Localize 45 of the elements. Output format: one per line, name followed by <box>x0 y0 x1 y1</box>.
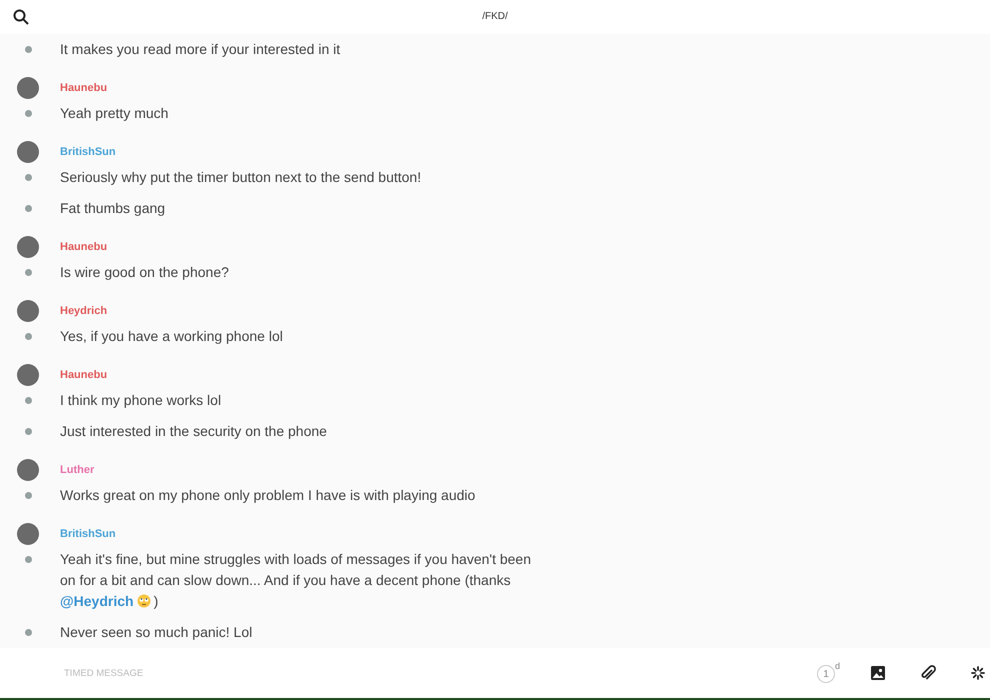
status-dot <box>25 333 32 340</box>
paperclip-icon[interactable] <box>919 664 937 682</box>
message-text: Yes, if you have a working phone lol <box>60 327 283 346</box>
avatar[interactable] <box>17 458 39 480</box>
author-name[interactable]: Heydrich <box>60 304 108 316</box>
message-text: It makes you read more if your interested in it <box>60 40 340 59</box>
status-dot <box>25 269 32 276</box>
author-name[interactable]: BritishSun <box>60 528 116 540</box>
message-text: Seriously why put the timer button next to the send button! <box>60 168 422 187</box>
message-text: Yeah pretty much <box>60 104 168 123</box>
status-dot <box>25 428 32 435</box>
status-dot <box>25 205 32 212</box>
avatar[interactable] <box>17 522 39 544</box>
message-text: Is wire good on the phone? <box>60 263 229 282</box>
avatar[interactable] <box>17 364 39 386</box>
channel-title: /FKD/ <box>482 11 508 22</box>
image-icon[interactable] <box>869 664 887 682</box>
status-dot <box>25 492 32 499</box>
author-name[interactable]: Haunebu <box>60 368 108 380</box>
timer-button[interactable]: 1 d <box>815 662 845 684</box>
message-text: Yeah it's fine, but mine struggles with loads of messages if you haven't been on for a bit and can slow down... And if you have a decent phone (thanks @Heydrich ) <box>60 550 532 611</box>
search-icon[interactable] <box>13 9 29 25</box>
author-name[interactable]: Haunebu <box>60 240 108 252</box>
status-dot <box>25 629 32 636</box>
message-input[interactable]: TIMED MESSAGE <box>62 666 815 680</box>
status-dot <box>25 110 32 117</box>
avatar[interactable] <box>17 300 39 322</box>
author-name[interactable]: Luther <box>60 464 94 476</box>
author-name[interactable]: BritishSun <box>60 146 116 158</box>
avatar[interactable] <box>17 236 39 258</box>
message-text: I think my phone works lol <box>60 391 222 410</box>
message-text: Never seen so much panic! Lol <box>60 623 252 642</box>
status-dot <box>25 46 32 53</box>
message-text: Fat thumbs gang <box>60 199 166 218</box>
avatar[interactable] <box>17 140 39 162</box>
sparkle-icon[interactable] <box>969 664 987 682</box>
status-dot <box>25 556 32 563</box>
status-dot <box>25 397 32 404</box>
message-text: Just interested in the security on the phone <box>60 422 327 441</box>
message-text: Works great on my phone only problem I have is with playing audio <box>60 486 476 505</box>
author-name[interactable]: Haunebu <box>60 82 108 94</box>
status-dot <box>25 174 32 181</box>
mention-link[interactable]: @Heydrich <box>60 593 134 609</box>
avatar[interactable] <box>17 76 39 98</box>
eye-roll-emoji-icon <box>136 594 151 608</box>
